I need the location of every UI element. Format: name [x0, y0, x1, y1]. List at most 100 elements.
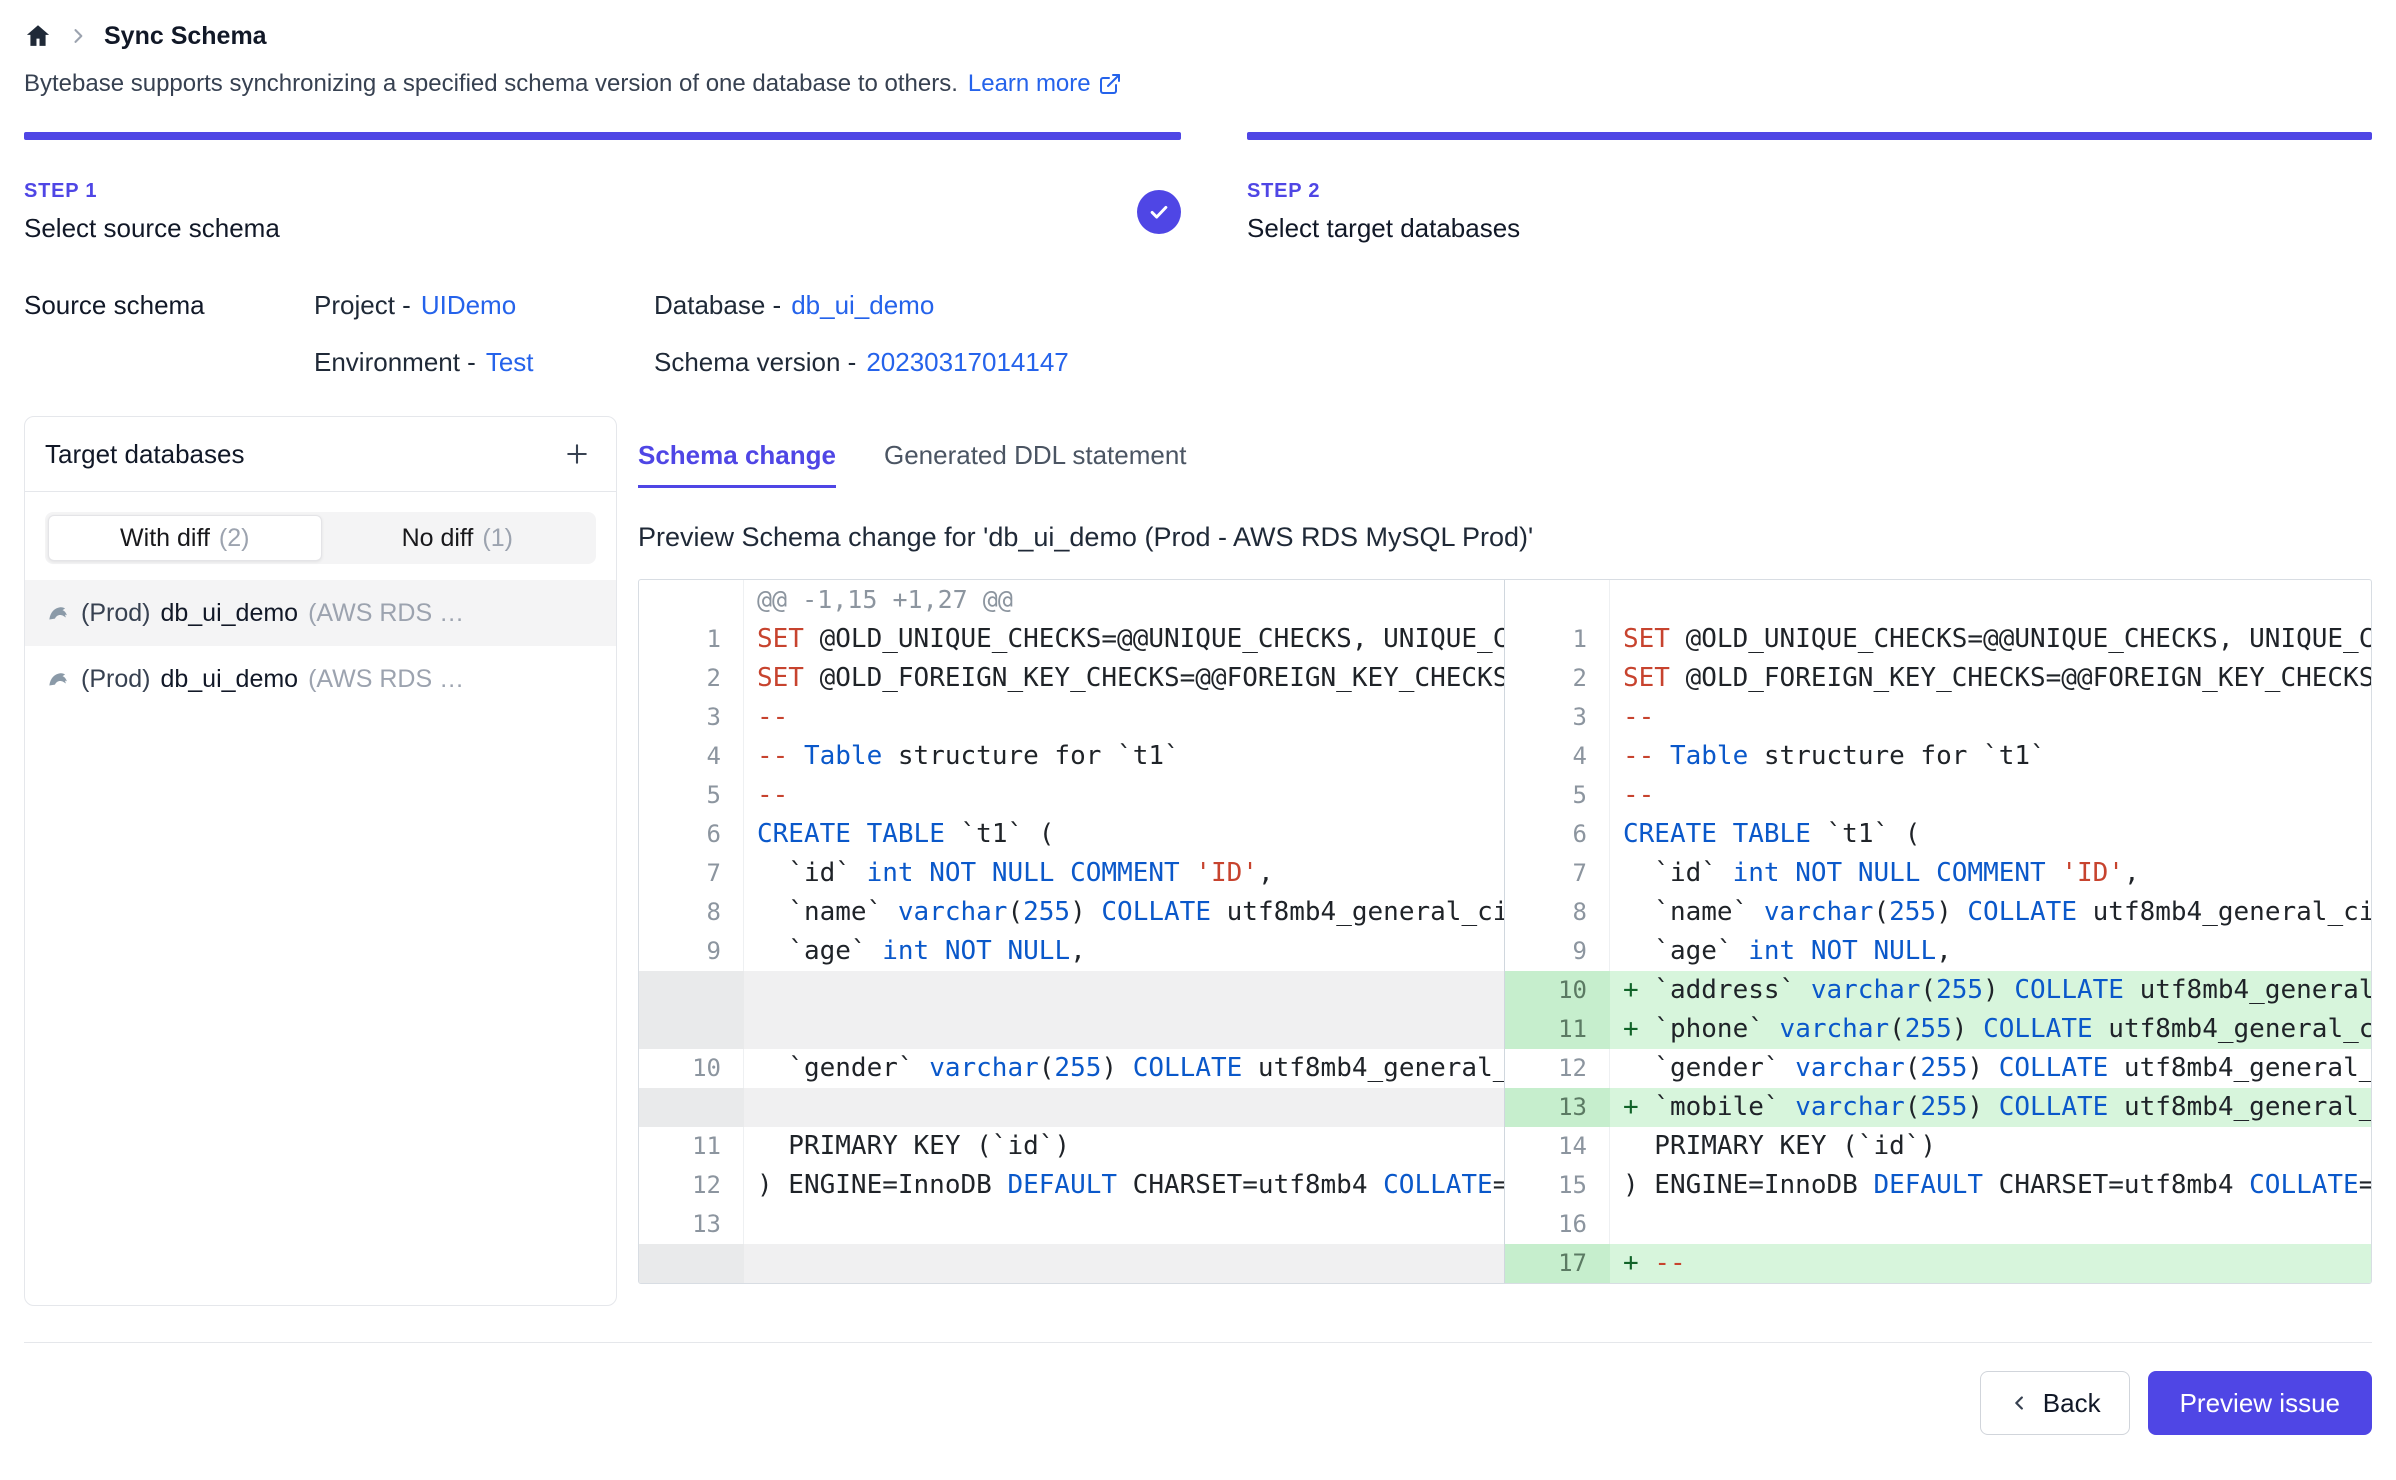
right-diff-row: 16 [1505, 1205, 2371, 1244]
external-link-icon [1098, 72, 1122, 96]
right-diff-row: 9 `age` int NOT NULL, [1505, 932, 2371, 971]
home-icon[interactable] [24, 22, 52, 50]
left-diff-row: 2SET @OLD_FOREIGN_KEY_CHECKS=@@FOREIGN_K… [639, 659, 1504, 698]
tab-with-diff[interactable]: With diff (2) [48, 515, 322, 561]
project-link[interactable]: UIDemo [421, 290, 516, 320]
code-line [1610, 1205, 2371, 1244]
back-button-label: Back [2043, 1388, 2101, 1419]
code-line: CREATE TABLE `t1` ( [1610, 815, 2371, 854]
code-line: PRIMARY KEY (`id`) [1610, 1127, 2371, 1166]
footer-divider [24, 1342, 2372, 1343]
line-number: 9 [639, 932, 744, 971]
add-target-database-button[interactable] [558, 435, 596, 473]
target-database-item[interactable]: (Prod)db_ui_demo(AWS RDS MySQL Prod) [25, 646, 616, 712]
code-line [744, 1205, 1504, 1244]
line-number: 11 [1505, 1010, 1610, 1049]
line-number: 11 [639, 1127, 744, 1166]
right-diff-row: 15) ENGINE=InnoDB DEFAULT CHARSET=utf8mb… [1505, 1166, 2371, 1205]
learn-more-link[interactable]: Learn more [968, 70, 1122, 98]
code-line: `age` int NOT NULL, [1610, 932, 2371, 971]
step-2: STEP 2 Select target databases [1247, 132, 2372, 244]
line-number [639, 971, 744, 1010]
left-diff-row: 4-- Table structure for `t1` [639, 737, 1504, 776]
diff-left-pane: @@ -1,15 +1,27 @@1SET @OLD_UNIQUE_CHECKS… [639, 580, 1505, 1283]
line-number: 2 [639, 659, 744, 698]
code-line: ) ENGINE=InnoDB DEFAULT CHARSET=utf8mb4 … [1610, 1166, 2371, 1205]
database-link[interactable]: db_ui_demo [791, 290, 934, 320]
page-title: Sync Schema [104, 22, 267, 51]
tab-no-diff[interactable]: No diff (1) [322, 515, 594, 561]
target-databases-header: Target databases [25, 417, 616, 492]
diff-add-sign: + [1623, 1092, 1639, 1122]
plus-icon [563, 440, 591, 468]
left-diff-row: 12) ENGINE=InnoDB DEFAULT CHARSET=utf8mb… [639, 1166, 1504, 1205]
tab-generated-ddl[interactable]: Generated DDL statement [884, 440, 1187, 488]
code-line: -- Table structure for `t1` [1610, 737, 2371, 776]
step-2-label: STEP 2 [1247, 180, 1520, 203]
code-line [744, 971, 1504, 1010]
code-line: -- [1610, 776, 2371, 815]
line-number: 6 [1505, 815, 1610, 854]
code-line: SET @OLD_UNIQUE_CHECKS=@@UNIQUE_CHECKS, … [1610, 620, 2371, 659]
left-diff-row: 1SET @OLD_UNIQUE_CHECKS=@@UNIQUE_CHECKS,… [639, 620, 1504, 659]
line-number: 6 [639, 815, 744, 854]
right-diff-row: 13+ `mobile` varchar(255) COLLATE utf8mb… [1505, 1088, 2371, 1127]
right-diff-row: 1SET @OLD_UNIQUE_CHECKS=@@UNIQUE_CHECKS,… [1505, 620, 2371, 659]
code-line: SET @OLD_FOREIGN_KEY_CHECKS=@@FOREIGN_KE… [1610, 659, 2371, 698]
environment-link[interactable]: Test [486, 347, 534, 377]
right-diff-row: 2SET @OLD_FOREIGN_KEY_CHECKS=@@FOREIGN_K… [1505, 659, 2371, 698]
code-line [744, 1244, 1504, 1283]
target-database-item[interactable]: (Prod)db_ui_demo(AWS RDS MySQL Prod) [25, 580, 616, 646]
schema-version-link[interactable]: 20230317014147 [866, 347, 1068, 377]
main-content: Target databases With diff (2) No diff (… [24, 416, 2372, 1306]
step-1-label: STEP 1 [24, 180, 280, 203]
code-line: -- [744, 776, 1504, 815]
right-diff-row: 17+ -- [1505, 1244, 2371, 1283]
line-number [1505, 580, 1610, 620]
left-diff-row: 13 [639, 1205, 1504, 1244]
right-diff-row [1505, 580, 2371, 620]
code-line: + `address` varchar(255) COLLATE utf8mb4… [1610, 971, 2371, 1010]
learn-more-label: Learn more [968, 70, 1091, 98]
chevron-left-icon [2009, 1392, 2031, 1414]
code-line: -- Table structure for `t1` [744, 737, 1504, 776]
step-2-progress-bar [1247, 132, 2372, 140]
database-detail: (AWS RDS MySQL Prod) [308, 599, 484, 628]
step-1-progress-bar [24, 132, 1181, 140]
line-number: 2 [1505, 659, 1610, 698]
code-line [1610, 580, 2371, 620]
breadcrumb-chevron-icon [68, 26, 88, 46]
code-line [744, 1088, 1504, 1127]
line-number [639, 1088, 744, 1127]
left-diff-row [639, 1088, 1504, 1127]
preview-issue-button[interactable]: Preview issue [2148, 1371, 2372, 1435]
schema-version-label: Schema version - [654, 347, 856, 377]
code-line: -- [1610, 698, 2371, 737]
database-environment: (Prod) [81, 599, 150, 628]
tab-schema-change[interactable]: Schema change [638, 440, 836, 488]
left-diff-row [639, 1244, 1504, 1283]
footer-actions: Back Preview issue [24, 1371, 2372, 1465]
code-line: PRIMARY KEY (`id`) [744, 1127, 1504, 1166]
code-line: CREATE TABLE `t1` ( [744, 815, 1504, 854]
preview-tabs: Schema change Generated DDL statement [638, 440, 2372, 488]
right-diff-row: 7 `id` int NOT NULL COMMENT 'ID', [1505, 854, 2371, 893]
back-button[interactable]: Back [1980, 1371, 2130, 1435]
code-line: + `mobile` varchar(255) COLLATE utf8mb4_… [1610, 1088, 2371, 1127]
line-number: 9 [1505, 932, 1610, 971]
left-diff-row: 9 `age` int NOT NULL, [639, 932, 1504, 971]
line-number: 3 [1505, 698, 1610, 737]
line-number: 10 [639, 1049, 744, 1088]
code-line: + -- [1610, 1244, 2371, 1283]
step-completed-check-icon [1137, 190, 1181, 234]
line-number: 12 [639, 1166, 744, 1205]
breadcrumb: Sync Schema [24, 16, 2372, 56]
no-diff-count: (1) [482, 524, 513, 553]
code-line: `name` varchar(255) COLLATE utf8mb4_gene… [1610, 893, 2371, 932]
target-database-list: (Prod)db_ui_demo(AWS RDS MySQL Prod)(Pro… [25, 580, 616, 712]
right-diff-row: 3-- [1505, 698, 2371, 737]
code-line: SET @OLD_FOREIGN_KEY_CHECKS=@@FOREIGN_KE… [744, 659, 1504, 698]
left-diff-row [639, 971, 1504, 1010]
right-diff-row: 6CREATE TABLE `t1` ( [1505, 815, 2371, 854]
code-line: `id` int NOT NULL COMMENT 'ID', [744, 854, 1504, 893]
